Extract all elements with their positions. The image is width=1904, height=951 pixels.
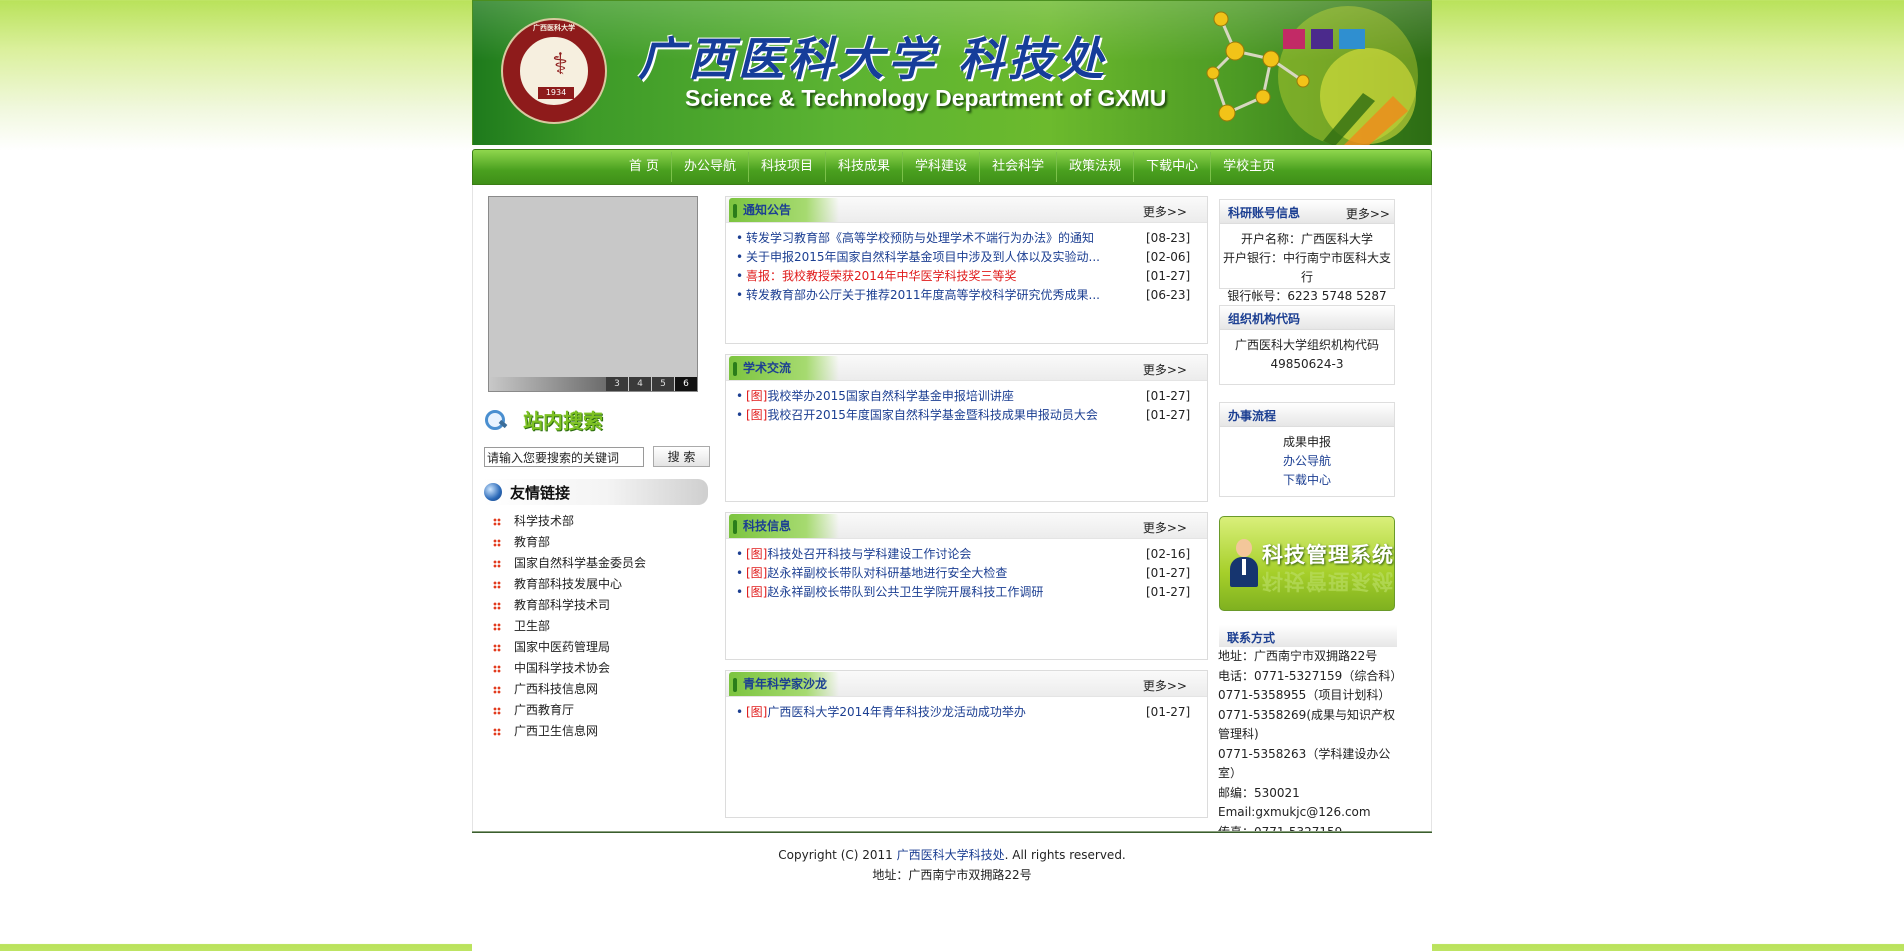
bullet-icon — [493, 664, 501, 673]
friend-link[interactable]: 教育部科学技术司 — [493, 595, 646, 616]
friend-links-list: 科学技术部 教育部 国家自然科学基金委员会 教育部科技发展中心 教育部科学技术司… — [493, 511, 646, 742]
molecule-decoration — [1206, 6, 1418, 145]
user-avatar-icon — [1230, 539, 1258, 589]
news-item[interactable]: • [图]赵永祥副校长带队对科研基地进行安全大检查 [01-27] — [736, 564, 1207, 583]
main-navigation: 首 页办公导航 科技项目 科技成果 学科建设 社会科学 政策法规 下载中心 学校主页 — [472, 149, 1432, 185]
news-item[interactable]: • 转发教育部办公厅关于推荐2011年度高等学校科学研究优秀成果... [06-23… — [736, 286, 1207, 305]
caduceus-icon: ⚕ — [552, 47, 569, 82]
news-item[interactable]: • 转发学习教育部《高等学校预防与处理学术不端行为办法》的通知 [08-23] — [736, 229, 1207, 248]
seal-year: 1934 — [538, 87, 574, 99]
site-search-title: 站内搜索 — [523, 408, 603, 433]
search-input[interactable] — [484, 447, 644, 467]
tech-info-panel: 科技信息 更多>> • [图]科技处召开科技与学科建设工作讨论会 [02-16] •[… — [725, 512, 1208, 660]
site-search-heading: 站内搜索 — [483, 404, 603, 434]
news-item[interactable]: • [图]我校举办2015国家自然科学基金申报培训讲座 [01-27] — [736, 387, 1207, 406]
friend-links-heading: 友情链接 — [482, 479, 708, 505]
tech-info-title: 科技信息 — [729, 514, 839, 538]
process-link-downloads[interactable]: 下载中心 — [1220, 471, 1394, 490]
site-title-chinese: 广西医科大学 科技处 — [638, 32, 1109, 86]
friend-link[interactable]: 教育部科技发展中心 — [493, 574, 646, 595]
nav-disciplines[interactable]: 学科建设 — [903, 152, 981, 182]
young-scientist-panel: 青年科学家沙龙 更多>> • [图]广西医科大学2014年青年科技沙龙活动成功举办[… — [725, 670, 1208, 818]
news-item[interactable]: • [图]广西医科大学2014年青年科技沙龙活动成功举办 [01-27] — [736, 703, 1207, 722]
footer-address: 地址：广西南宁市双拥路22号 — [872, 868, 1032, 882]
young-scientist-more-link[interactable]: 更多>> — [1143, 677, 1187, 694]
nav-downloads[interactable]: 下载中心 — [1134, 152, 1212, 182]
friend-link[interactable]: 科学技术部 — [493, 511, 646, 532]
friend-link[interactable]: 卫生部 — [493, 616, 646, 637]
site-header: 广西医科大学 ⚕ 1934 广西医科大学 科技处 Science & Techn… — [472, 0, 1432, 145]
friend-link[interactable]: 国家自然科学基金委员会 — [493, 553, 646, 574]
nav-projects[interactable]: 科技项目 — [749, 152, 827, 182]
nav-social-science[interactable]: 社会科学 — [980, 152, 1058, 182]
university-seal-logo: 广西医科大学 ⚕ 1934 — [501, 18, 607, 124]
account-info-title: 科研账号信息 — [1228, 206, 1301, 220]
friend-link[interactable]: 中国科学技术协会 — [493, 658, 646, 679]
friend-link[interactable]: 广西科技信息网 — [493, 679, 646, 700]
tech-management-system-banner[interactable]: 科技管理系统 科技管理系统 — [1219, 516, 1395, 611]
bullet-icon — [493, 685, 501, 694]
account-more-link[interactable]: 更多>> — [1346, 205, 1390, 222]
news-item[interactable]: • 喜报：我校教授荣获2014年中华医学科技奖三等奖 [01-27] — [736, 267, 1207, 286]
friend-link[interactable]: 国家中医药管理局 — [493, 637, 646, 658]
academic-exchange-title: 学术交流 — [729, 356, 839, 380]
news-item[interactable]: • [图]科技处召开科技与学科建设工作讨论会 [02-16] — [736, 545, 1207, 564]
process-link-office[interactable]: 办公导航 — [1220, 452, 1394, 471]
nav-office[interactable]: 办公导航 — [672, 152, 750, 182]
notice-more-link[interactable]: 更多>> — [1143, 203, 1187, 220]
main-content: 3 4 5 6 站内搜索 搜 索 友情链接 科学技术部 教育部 国家自然科学基金… — [472, 185, 1432, 858]
process-title: 办事流程 — [1228, 409, 1277, 423]
bullet-icon — [493, 622, 501, 631]
slideshow-pager: 3 4 5 6 — [605, 377, 697, 391]
nav-policies[interactable]: 政策法规 — [1057, 152, 1135, 182]
bullet-icon — [493, 643, 501, 652]
site-footer: Copyright (C) 2011 广西医科大学科技处. All rights… — [472, 831, 1432, 951]
copyright-text: Copyright (C) 2011 广西医科大学科技处. All rights… — [778, 848, 1126, 862]
slide-6-button[interactable]: 6 — [675, 377, 697, 391]
image-slideshow[interactable]: 3 4 5 6 — [488, 196, 698, 392]
bullet-icon — [493, 706, 501, 715]
academic-exchange-panel: 学术交流 更多>> • [图]我校举办2015国家自然科学基金申报培训讲座 [01-2… — [725, 354, 1208, 502]
nav-school-home[interactable]: 学校主页 — [1211, 152, 1287, 182]
bullet-icon — [493, 538, 501, 547]
bullet-icon — [493, 517, 501, 526]
globe-icon — [484, 483, 502, 501]
bullet-icon — [493, 601, 501, 610]
site-title-english: Science & Technology Department of GXMU — [685, 85, 1167, 111]
news-item[interactable]: • 关于申报2015年国家自然科学基金项目中涉及到人体以及实验动... [02-06… — [736, 248, 1207, 267]
process-panel: 办事流程 成果申报 办公导航 下载中心 — [1219, 402, 1395, 497]
slide-3-button[interactable]: 3 — [606, 377, 628, 391]
slide-4-button[interactable]: 4 — [629, 377, 651, 391]
org-code-panel: 组织机构代码 广西医科大学组织机构代码 49850624-3 — [1219, 305, 1395, 385]
news-item[interactable]: • [图]我校召开2015年度国家自然科学基金暨科技成果申报动员大会 [01-27] — [736, 406, 1207, 425]
footer-site-link[interactable]: 广西医科大学科技处 — [897, 848, 1005, 862]
young-scientist-title: 青年科学家沙龙 — [729, 672, 839, 696]
bullet-icon — [493, 559, 501, 568]
process-link-achievement[interactable]: 成果申报 — [1220, 433, 1394, 452]
nav-home[interactable]: 首 页 — [617, 152, 672, 182]
academic-more-link[interactable]: 更多>> — [1143, 361, 1187, 378]
account-info-panel: 科研账号信息 更多>> 开户名称：广西医科大学 开户银行：中行南宁市医科大支行 银… — [1219, 199, 1395, 303]
bullet-icon — [493, 727, 501, 736]
bullet-icon — [493, 580, 501, 589]
friend-link[interactable]: 广西教育厅 — [493, 700, 646, 721]
magnifier-icon — [483, 406, 523, 432]
org-code-title: 组织机构代码 — [1228, 312, 1301, 326]
news-item[interactable]: • [图]赵永祥副校长带队到公共卫生学院开展科技工作调研 [01-27] — [736, 583, 1207, 602]
page: 广西医科大学 ⚕ 1934 广西医科大学 科技处 Science & Techn… — [472, 0, 1432, 951]
contact-title: 联系方式 — [1227, 631, 1276, 645]
contact-panel: 联系方式 地址：广西南宁市双拥路22号 电话：0771-5327159（综合科）… — [1218, 625, 1402, 862]
friend-link[interactable]: 教育部 — [493, 532, 646, 553]
slide-5-button[interactable]: 5 — [652, 377, 674, 391]
friend-link[interactable]: 广西卫生信息网 — [493, 721, 646, 742]
search-button[interactable]: 搜 索 — [653, 446, 710, 467]
notice-panel: 通知公告 更多>> • 转发学习教育部《高等学校预防与处理学术不端行为办法》的通知[… — [725, 196, 1208, 344]
notice-panel-title: 通知公告 — [729, 198, 839, 222]
tech-info-more-link[interactable]: 更多>> — [1143, 519, 1187, 536]
friend-links-title: 友情链接 — [510, 483, 571, 502]
nav-achievements[interactable]: 科技成果 — [826, 152, 904, 182]
